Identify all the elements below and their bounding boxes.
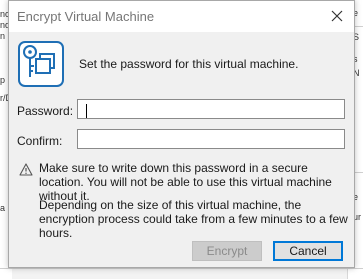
close-button[interactable] xyxy=(326,5,348,27)
background-text: p xyxy=(0,75,6,85)
text-caret xyxy=(86,104,87,118)
background-text: n xyxy=(0,31,6,41)
warning-triangle-icon xyxy=(19,163,33,176)
warning-text: Make sure to write down this password in… xyxy=(39,161,332,203)
dialog-titlebar[interactable]: Encrypt Virtual Machine xyxy=(9,1,354,32)
background-text: a xyxy=(0,203,6,213)
background-divider xyxy=(0,268,363,269)
info-text: Depending on the size of this virtual ma… xyxy=(39,198,348,240)
cancel-button[interactable]: Cancel xyxy=(273,241,343,261)
encrypt-button[interactable]: Encrypt xyxy=(192,241,262,261)
key-lock-icon xyxy=(18,41,64,87)
confirm-label: Confirm: xyxy=(17,134,63,148)
encrypt-vm-dialog: Encrypt Virtual Machine Set the password… xyxy=(8,0,355,268)
password-label: Password: xyxy=(17,104,74,118)
close-icon xyxy=(331,10,343,22)
password-field[interactable] xyxy=(77,99,345,119)
dialog-title: Encrypt Virtual Machine xyxy=(17,9,155,24)
dialog-instruction: Set the password for this virtual machin… xyxy=(79,57,299,71)
confirm-field[interactable] xyxy=(77,129,345,149)
